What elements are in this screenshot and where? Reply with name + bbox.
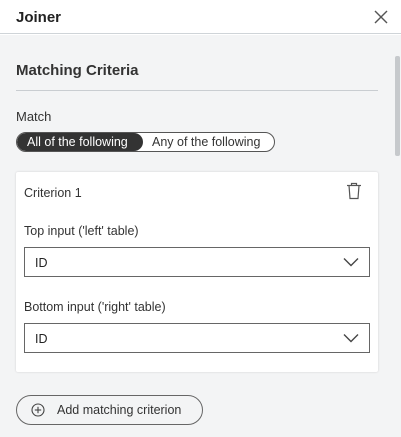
panel-body: Matching Criteria Match All of the follo… [0, 35, 394, 437]
add-matching-criterion-button[interactable]: Add matching criterion [16, 395, 203, 425]
section-divider [16, 90, 378, 91]
criterion-card: Criterion 1 Top input ('left' table) ID … [16, 172, 378, 372]
match-all-option[interactable]: All of the following [17, 133, 143, 151]
chevron-down-icon [343, 334, 359, 343]
bottom-input-select[interactable]: ID [24, 323, 370, 353]
plus-circle-icon [31, 403, 45, 417]
bottom-input-value: ID [35, 332, 48, 346]
bottom-input-label: Bottom input ('right' table) [24, 300, 166, 314]
top-input-select[interactable]: ID [24, 247, 370, 277]
scrollbar-thumb[interactable] [395, 56, 400, 156]
add-button-label: Add matching criterion [57, 403, 182, 417]
scrollbar[interactable] [394, 35, 401, 437]
section-title: Matching Criteria [16, 62, 139, 79]
top-input-label: Top input ('left' table) [24, 224, 139, 238]
panel-title: Joiner [16, 9, 62, 26]
match-label: Match [16, 109, 52, 124]
trash-icon[interactable] [346, 182, 362, 200]
chevron-down-icon [343, 258, 359, 267]
panel-header: Joiner [0, 0, 401, 34]
criterion-title: Criterion 1 [24, 186, 82, 200]
match-mode-toggle: All of the following Any of the followin… [16, 132, 275, 152]
top-input-value: ID [35, 256, 48, 270]
close-icon[interactable] [374, 10, 388, 24]
match-any-option[interactable]: Any of the following [143, 133, 274, 151]
